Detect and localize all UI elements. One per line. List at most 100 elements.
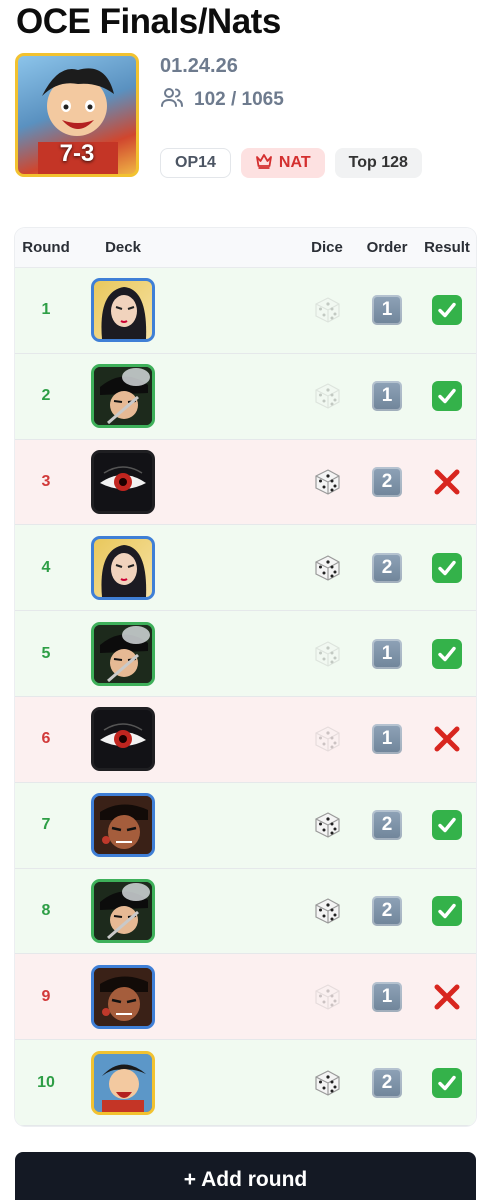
opponent-deck-icon xyxy=(91,364,155,429)
round-number: 1 xyxy=(41,301,51,319)
check-icon xyxy=(432,638,462,669)
round-number: 6 xyxy=(41,730,51,748)
order-cell: 2 xyxy=(356,1067,418,1098)
dice-cell xyxy=(298,1068,356,1098)
opponent-deck-icon xyxy=(91,449,155,514)
opponent-deck-icon xyxy=(91,793,155,858)
order-cell: 2 xyxy=(356,810,418,841)
dice-cell xyxy=(298,381,356,411)
dice-cell xyxy=(298,810,356,840)
round-number: 2 xyxy=(41,387,51,405)
add-round-button[interactable]: + Add round xyxy=(15,1152,476,1200)
result-cell xyxy=(418,982,476,1012)
order-badge: 1 xyxy=(372,295,402,326)
dice-cell xyxy=(298,724,356,754)
result-cell xyxy=(418,552,476,583)
order-badge: 1 xyxy=(372,638,402,669)
result-cell xyxy=(418,638,476,669)
cross-icon xyxy=(432,982,462,1012)
dice-cell xyxy=(298,982,356,1012)
rounds-table: Round Deck Dice Order Result 11213242516… xyxy=(15,228,476,1126)
order-cell: 1 xyxy=(356,981,418,1012)
dice-icon xyxy=(312,553,342,583)
table-row[interactable]: 61 xyxy=(15,696,476,783)
result-cell xyxy=(418,1067,476,1098)
header-dice: Dice xyxy=(311,239,343,256)
opponent-deck-icon xyxy=(91,964,155,1029)
deck-cell xyxy=(77,364,169,429)
set-tag: OP14 xyxy=(160,148,231,178)
order-cell: 2 xyxy=(356,466,418,497)
table-row[interactable]: 10 2 xyxy=(15,1040,476,1126)
result-cell xyxy=(418,895,476,926)
dice-icon xyxy=(312,896,342,926)
opponent-deck-icon xyxy=(91,621,155,686)
player-count-label: 102 / 1065 xyxy=(194,89,284,110)
placement-tag: Top 128 xyxy=(334,148,422,178)
order-cell: 1 xyxy=(356,724,418,755)
event-leader-avatar: 7-3 xyxy=(15,53,139,177)
result-cell xyxy=(418,467,476,497)
dice-icon xyxy=(312,1068,342,1098)
result-cell xyxy=(418,295,476,326)
check-icon xyxy=(432,381,462,412)
opponent-deck-icon xyxy=(91,707,155,772)
check-icon xyxy=(432,810,462,841)
event-tags: OP14 NAT Top 128 xyxy=(160,148,422,178)
result-cell xyxy=(418,381,476,412)
opponent-deck-icon xyxy=(91,878,155,943)
deck-cell xyxy=(77,1050,169,1115)
table-row[interactable]: 42 xyxy=(15,525,476,612)
deck-cell xyxy=(77,793,169,858)
event-date: 01.24.26 xyxy=(160,55,238,77)
dice-cell xyxy=(298,639,356,669)
dice-icon xyxy=(312,639,342,669)
order-cell: 2 xyxy=(356,895,418,926)
table-row[interactable]: 11 xyxy=(15,268,476,354)
order-cell: 1 xyxy=(356,381,418,412)
dice-icon xyxy=(312,810,342,840)
header-order: Order xyxy=(366,239,408,256)
header-result: Result xyxy=(424,239,470,256)
order-cell: 1 xyxy=(356,295,418,326)
header-deck: Deck xyxy=(105,239,141,256)
dice-icon xyxy=(312,295,342,325)
users-icon xyxy=(160,86,184,114)
crown-icon xyxy=(255,153,273,174)
page-title: OCE Finals/Nats xyxy=(16,2,281,41)
check-icon xyxy=(432,1067,462,1098)
order-badge: 1 xyxy=(372,981,402,1012)
table-row[interactable]: 82 xyxy=(15,868,476,955)
deck-cell xyxy=(77,878,169,943)
check-icon xyxy=(432,295,462,326)
table-row[interactable]: 72 xyxy=(15,782,476,869)
table-row[interactable]: 21 xyxy=(15,353,476,440)
round-number: 5 xyxy=(41,644,51,662)
round-number: 4 xyxy=(41,558,51,576)
result-cell xyxy=(418,810,476,841)
round-number: 10 xyxy=(37,1073,55,1091)
order-badge: 1 xyxy=(372,724,402,755)
tier-tag: NAT xyxy=(240,148,325,178)
cross-icon xyxy=(432,724,462,754)
cross-icon xyxy=(432,467,462,497)
order-cell: 1 xyxy=(356,638,418,669)
round-number: 8 xyxy=(41,901,51,919)
deck-cell xyxy=(77,449,169,514)
record-label: 7-3 xyxy=(59,140,95,167)
dice-icon xyxy=(312,467,342,497)
dice-cell xyxy=(298,553,356,583)
dice-cell xyxy=(298,467,356,497)
table-header: Round Deck Dice Order Result xyxy=(15,228,476,268)
round-number: 9 xyxy=(41,987,51,1005)
dice-cell xyxy=(298,295,356,325)
table-row[interactable]: 32 xyxy=(15,439,476,526)
table-body: 1 1 2 1 3 2 4 2 5 1 6 1 7 2 8 2 9 1 10 2 xyxy=(15,268,476,1126)
round-number: 3 xyxy=(41,472,51,490)
dice-icon xyxy=(312,724,342,754)
dice-icon xyxy=(312,982,342,1012)
table-row[interactable]: 91 xyxy=(15,954,476,1041)
order-badge: 2 xyxy=(372,466,402,497)
table-row[interactable]: 51 xyxy=(15,611,476,697)
order-badge: 2 xyxy=(372,1067,402,1098)
